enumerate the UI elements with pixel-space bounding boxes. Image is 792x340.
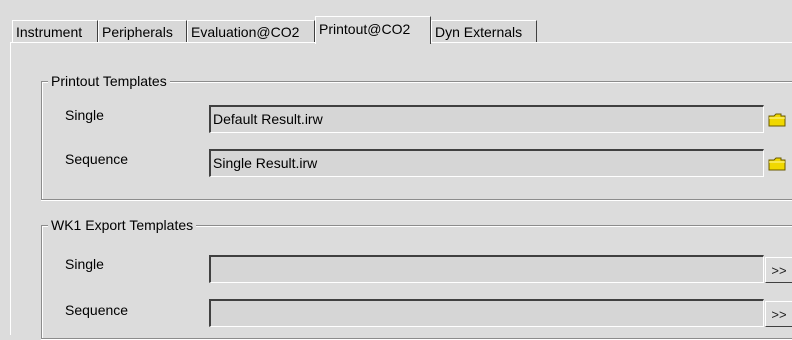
tab-dyn-externals[interactable]: Dyn Externals — [431, 20, 537, 42]
printout-templates-group: Printout Templates — [41, 72, 792, 201]
wk1-sequence-browse-button[interactable]: >> — [765, 301, 792, 327]
tab-peripherals[interactable]: Peripherals — [98, 20, 187, 42]
tab-printout-co2[interactable]: Printout@CO2 — [315, 16, 431, 44]
printout-templates-title: Printout Templates — [48, 72, 170, 90]
tab-evaluation-co2[interactable]: Evaluation@CO2 — [187, 20, 315, 42]
wk1-sequence-label: Sequence — [65, 302, 129, 318]
wk1-export-templates-title: WK1 Export Templates — [48, 216, 197, 234]
wk1-single-field[interactable] — [209, 255, 764, 283]
wk1-sequence-field[interactable] — [209, 299, 764, 327]
printout-sequence-label: Sequence — [65, 151, 129, 167]
folder-icon[interactable] — [768, 157, 786, 171]
folder-icon[interactable] — [768, 113, 786, 127]
printout-sequence-field[interactable]: Single Result.irw — [209, 149, 764, 177]
wk1-single-browse-button[interactable]: >> — [765, 257, 792, 283]
printout-single-field[interactable]: Default Result.irw — [209, 105, 764, 133]
tab-instrument[interactable]: Instrument — [12, 20, 98, 42]
wk1-single-label: Single — [65, 256, 104, 272]
tab-panel-edge — [10, 43, 11, 335]
printout-single-label: Single — [65, 107, 104, 123]
tab-strip: Instrument Peripherals Evaluation@CO2 Pr… — [0, 0, 792, 44]
